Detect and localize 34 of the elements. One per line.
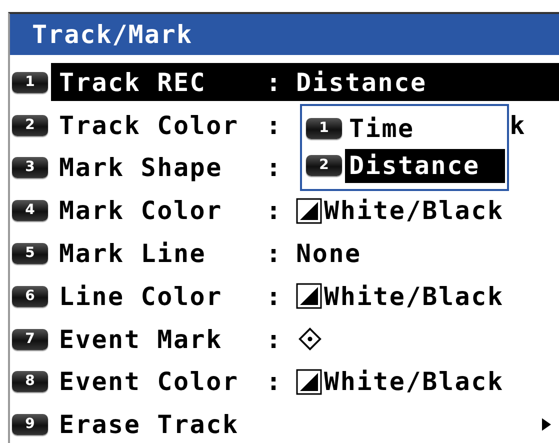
menu-item[interactable]: Event Color : — [59, 367, 296, 396]
diamond-mark-icon — [298, 327, 322, 352]
menu-item[interactable]: Erase Track — [59, 410, 296, 440]
menu-item[interactable]: Mark Line : — [59, 239, 296, 268]
key-badge: 1 — [12, 72, 48, 93]
menu-item[interactable]: Track REC : — [59, 68, 296, 97]
key-badge: 6 — [12, 286, 48, 307]
key-badge: 3 — [12, 157, 48, 178]
menu-item[interactable]: Track Color : — [59, 110, 296, 140]
menu-item[interactable]: Mark Shape : — [59, 153, 296, 182]
setting-value: White/Black — [324, 367, 504, 396]
setting-value: None — [296, 239, 362, 268]
popup-option[interactable]: Distance — [345, 148, 505, 182]
key-badge: 2 — [12, 114, 48, 136]
popup-option[interactable]: Time — [345, 112, 505, 146]
submenu-arrow-icon — [542, 418, 551, 432]
setting-value: White/Black — [324, 282, 504, 311]
key-badge: 4 — [12, 200, 48, 222]
window-title: Track/Mark — [10, 14, 559, 55]
key-badge: 1 — [306, 118, 342, 139]
color-swatch-icon — [296, 283, 322, 310]
setting-value: k — [510, 110, 526, 140]
menu-item[interactable]: Mark Color : — [59, 196, 296, 226]
menu-item[interactable]: Event Mark : — [59, 324, 296, 354]
setting-value: White/Black — [324, 196, 504, 226]
color-swatch-icon — [296, 368, 322, 395]
color-swatch-icon — [296, 198, 322, 224]
setting-value: Distance — [296, 68, 427, 97]
menu-item[interactable]: Line Color : — [59, 282, 296, 311]
key-badge: 5 — [12, 243, 48, 264]
key-badge: 9 — [12, 414, 48, 436]
key-badge: 8 — [12, 371, 48, 392]
key-badge: 7 — [12, 328, 48, 350]
key-badge: 2 — [306, 155, 342, 176]
